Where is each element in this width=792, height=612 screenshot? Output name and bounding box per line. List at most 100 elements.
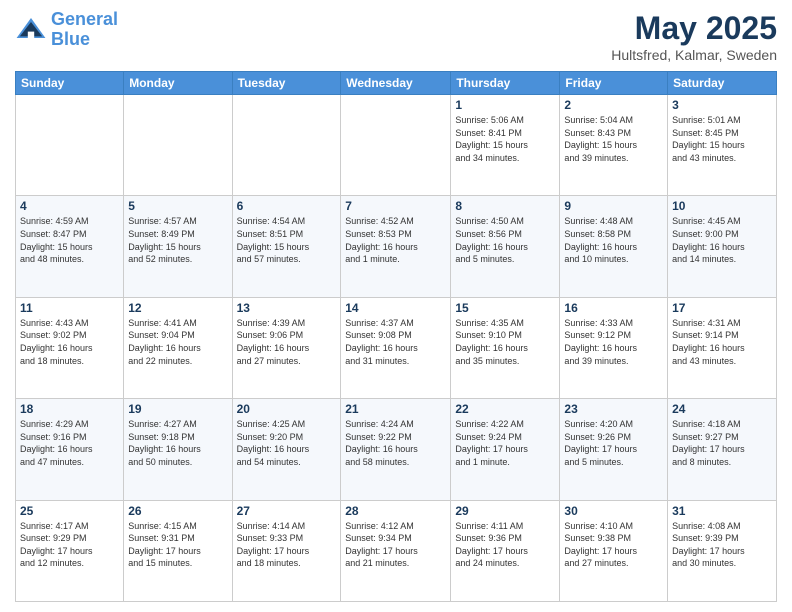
day-header-monday: Monday (124, 72, 232, 95)
calendar-cell: 11 Sunrise: 4:43 AM Sunset: 9:02 PM Dayli… (16, 297, 124, 398)
calendar-cell: 10Sunrise: 4:45 AM Sunset: 9:00 PM Dayli… (668, 196, 777, 297)
calendar-cell: 31Sunrise: 4:08 AM Sunset: 9:39 PM Dayli… (668, 500, 777, 601)
day-header-tuesday: Tuesday (232, 72, 341, 95)
day-number: 22 (455, 402, 555, 416)
calendar-cell: 4 Sunrise: 4:59 AM Sunset: 8:47 PM Daylig… (16, 196, 124, 297)
calendar-cell: 9 Sunrise: 4:48 AM Sunset: 8:58 PM Daylig… (560, 196, 668, 297)
calendar-cell: 23 Sunrise: 4:20 AM Sunset: 9:26 PM Dayli… (560, 399, 668, 500)
day-header-saturday: Saturday (668, 72, 777, 95)
day-info: Sunrise: 4:59 AM Sunset: 8:47 PM Dayligh… (20, 215, 119, 265)
calendar-cell (16, 95, 124, 196)
calendar-cell: 13 Sunrise: 4:39 AM Sunset: 9:06 PM Dayli… (232, 297, 341, 398)
day-number: 13 (237, 301, 337, 315)
calendar-cell: 1 Sunrise: 5:06 AM Sunset: 8:41 PM Daylig… (451, 95, 560, 196)
logo: General Blue (15, 10, 118, 50)
logo-text: General Blue (51, 10, 118, 50)
day-number: 1 (455, 98, 555, 112)
calendar-cell: 20 Sunrise: 4:25 AM Sunset: 9:20 PM Dayli… (232, 399, 341, 500)
day-number: 25 (20, 504, 119, 518)
day-info: Sunrise: 5:01 AM Sunset: 8:45 PM Dayligh… (672, 114, 772, 164)
calendar-cell: 28 Sunrise: 4:12 AM Sunset: 9:34 PM Dayli… (341, 500, 451, 601)
calendar-cell: 18 Sunrise: 4:29 AM Sunset: 9:16 PM Dayli… (16, 399, 124, 500)
day-info: Sunrise: 4:11 AM Sunset: 9:36 PM Dayligh… (455, 520, 555, 570)
day-info: Sunrise: 4:12 AM Sunset: 9:34 PM Dayligh… (345, 520, 446, 570)
day-number: 5 (128, 199, 227, 213)
calendar-cell: 21 Sunrise: 4:24 AM Sunset: 9:22 PM Dayli… (341, 399, 451, 500)
calendar-cell (341, 95, 451, 196)
day-number: 14 (345, 301, 446, 315)
subtitle: Hultsfred, Kalmar, Sweden (611, 47, 777, 63)
day-number: 6 (237, 199, 337, 213)
day-info: Sunrise: 4:39 AM Sunset: 9:06 PM Dayligh… (237, 317, 337, 367)
day-number: 12 (128, 301, 227, 315)
calendar-cell: 26Sunrise: 4:15 AM Sunset: 9:31 PM Dayli… (124, 500, 232, 601)
day-number: 15 (455, 301, 555, 315)
day-info: Sunrise: 4:29 AM Sunset: 9:16 PM Dayligh… (20, 418, 119, 468)
day-info: Sunrise: 4:22 AM Sunset: 9:24 PM Dayligh… (455, 418, 555, 468)
day-number: 31 (672, 504, 772, 518)
day-number: 9 (564, 199, 663, 213)
day-info: Sunrise: 4:50 AM Sunset: 8:56 PM Dayligh… (455, 215, 555, 265)
day-info: Sunrise: 4:27 AM Sunset: 9:18 PM Dayligh… (128, 418, 227, 468)
day-info: Sunrise: 4:17 AM Sunset: 9:29 PM Dayligh… (20, 520, 119, 570)
calendar-header-row: SundayMondayTuesdayWednesdayThursdayFrid… (16, 72, 777, 95)
calendar-cell: 22 Sunrise: 4:22 AM Sunset: 9:24 PM Dayli… (451, 399, 560, 500)
calendar-cell: 25 Sunrise: 4:17 AM Sunset: 9:29 PM Dayli… (16, 500, 124, 601)
day-number: 30 (564, 504, 663, 518)
day-info: Sunrise: 4:18 AM Sunset: 9:27 PM Dayligh… (672, 418, 772, 468)
day-number: 18 (20, 402, 119, 416)
day-number: 28 (345, 504, 446, 518)
day-number: 24 (672, 402, 772, 416)
calendar-cell: 29Sunrise: 4:11 AM Sunset: 9:36 PM Dayli… (451, 500, 560, 601)
day-info: Sunrise: 4:14 AM Sunset: 9:33 PM Dayligh… (237, 520, 337, 570)
day-number: 21 (345, 402, 446, 416)
day-number: 23 (564, 402, 663, 416)
day-number: 3 (672, 98, 772, 112)
day-info: Sunrise: 4:52 AM Sunset: 8:53 PM Dayligh… (345, 215, 446, 265)
calendar-cell: 16Sunrise: 4:33 AM Sunset: 9:12 PM Dayli… (560, 297, 668, 398)
day-info: Sunrise: 4:45 AM Sunset: 9:00 PM Dayligh… (672, 215, 772, 265)
day-info: Sunrise: 4:15 AM Sunset: 9:31 PM Dayligh… (128, 520, 227, 570)
day-info: Sunrise: 4:24 AM Sunset: 9:22 PM Dayligh… (345, 418, 446, 468)
day-info: Sunrise: 4:48 AM Sunset: 8:58 PM Dayligh… (564, 215, 663, 265)
calendar-cell: 14Sunrise: 4:37 AM Sunset: 9:08 PM Dayli… (341, 297, 451, 398)
day-info: Sunrise: 5:06 AM Sunset: 8:41 PM Dayligh… (455, 114, 555, 164)
day-number: 19 (128, 402, 227, 416)
main-title: May 2025 (611, 10, 777, 47)
logo-icon (15, 14, 47, 46)
day-header-sunday: Sunday (16, 72, 124, 95)
calendar-cell: 2 Sunrise: 5:04 AM Sunset: 8:43 PM Daylig… (560, 95, 668, 196)
header: General Blue May 2025 Hultsfred, Kalmar,… (15, 10, 777, 63)
calendar-cell: 6 Sunrise: 4:54 AM Sunset: 8:51 PM Daylig… (232, 196, 341, 297)
week-row-1: 1 Sunrise: 5:06 AM Sunset: 8:41 PM Daylig… (16, 95, 777, 196)
day-number: 20 (237, 402, 337, 416)
day-info: Sunrise: 4:31 AM Sunset: 9:14 PM Dayligh… (672, 317, 772, 367)
day-info: Sunrise: 4:20 AM Sunset: 9:26 PM Dayligh… (564, 418, 663, 468)
calendar-cell: 8 Sunrise: 4:50 AM Sunset: 8:56 PM Daylig… (451, 196, 560, 297)
day-number: 8 (455, 199, 555, 213)
day-number: 4 (20, 199, 119, 213)
day-info: Sunrise: 4:25 AM Sunset: 9:20 PM Dayligh… (237, 418, 337, 468)
calendar-cell: 17 Sunrise: 4:31 AM Sunset: 9:14 PM Dayli… (668, 297, 777, 398)
calendar-cell: 5 Sunrise: 4:57 AM Sunset: 8:49 PM Daylig… (124, 196, 232, 297)
calendar-cell: 15Sunrise: 4:35 AM Sunset: 9:10 PM Dayli… (451, 297, 560, 398)
calendar-cell: 7Sunrise: 4:52 AM Sunset: 8:53 PM Daylig… (341, 196, 451, 297)
day-info: Sunrise: 4:33 AM Sunset: 9:12 PM Dayligh… (564, 317, 663, 367)
calendar-cell (232, 95, 341, 196)
calendar-cell: 24 Sunrise: 4:18 AM Sunset: 9:27 PM Dayli… (668, 399, 777, 500)
day-info: Sunrise: 4:10 AM Sunset: 9:38 PM Dayligh… (564, 520, 663, 570)
day-info: Sunrise: 4:54 AM Sunset: 8:51 PM Dayligh… (237, 215, 337, 265)
day-number: 11 (20, 301, 119, 315)
week-row-3: 11 Sunrise: 4:43 AM Sunset: 9:02 PM Dayli… (16, 297, 777, 398)
day-number: 17 (672, 301, 772, 315)
day-info: Sunrise: 5:04 AM Sunset: 8:43 PM Dayligh… (564, 114, 663, 164)
day-header-thursday: Thursday (451, 72, 560, 95)
week-row-2: 4 Sunrise: 4:59 AM Sunset: 8:47 PM Daylig… (16, 196, 777, 297)
day-number: 2 (564, 98, 663, 112)
page: General Blue May 2025 Hultsfred, Kalmar,… (0, 0, 792, 612)
title-block: May 2025 Hultsfred, Kalmar, Sweden (611, 10, 777, 63)
calendar-cell (124, 95, 232, 196)
day-info: Sunrise: 4:43 AM Sunset: 9:02 PM Dayligh… (20, 317, 119, 367)
calendar-cell: 12Sunrise: 4:41 AM Sunset: 9:04 PM Dayli… (124, 297, 232, 398)
day-info: Sunrise: 4:57 AM Sunset: 8:49 PM Dayligh… (128, 215, 227, 265)
